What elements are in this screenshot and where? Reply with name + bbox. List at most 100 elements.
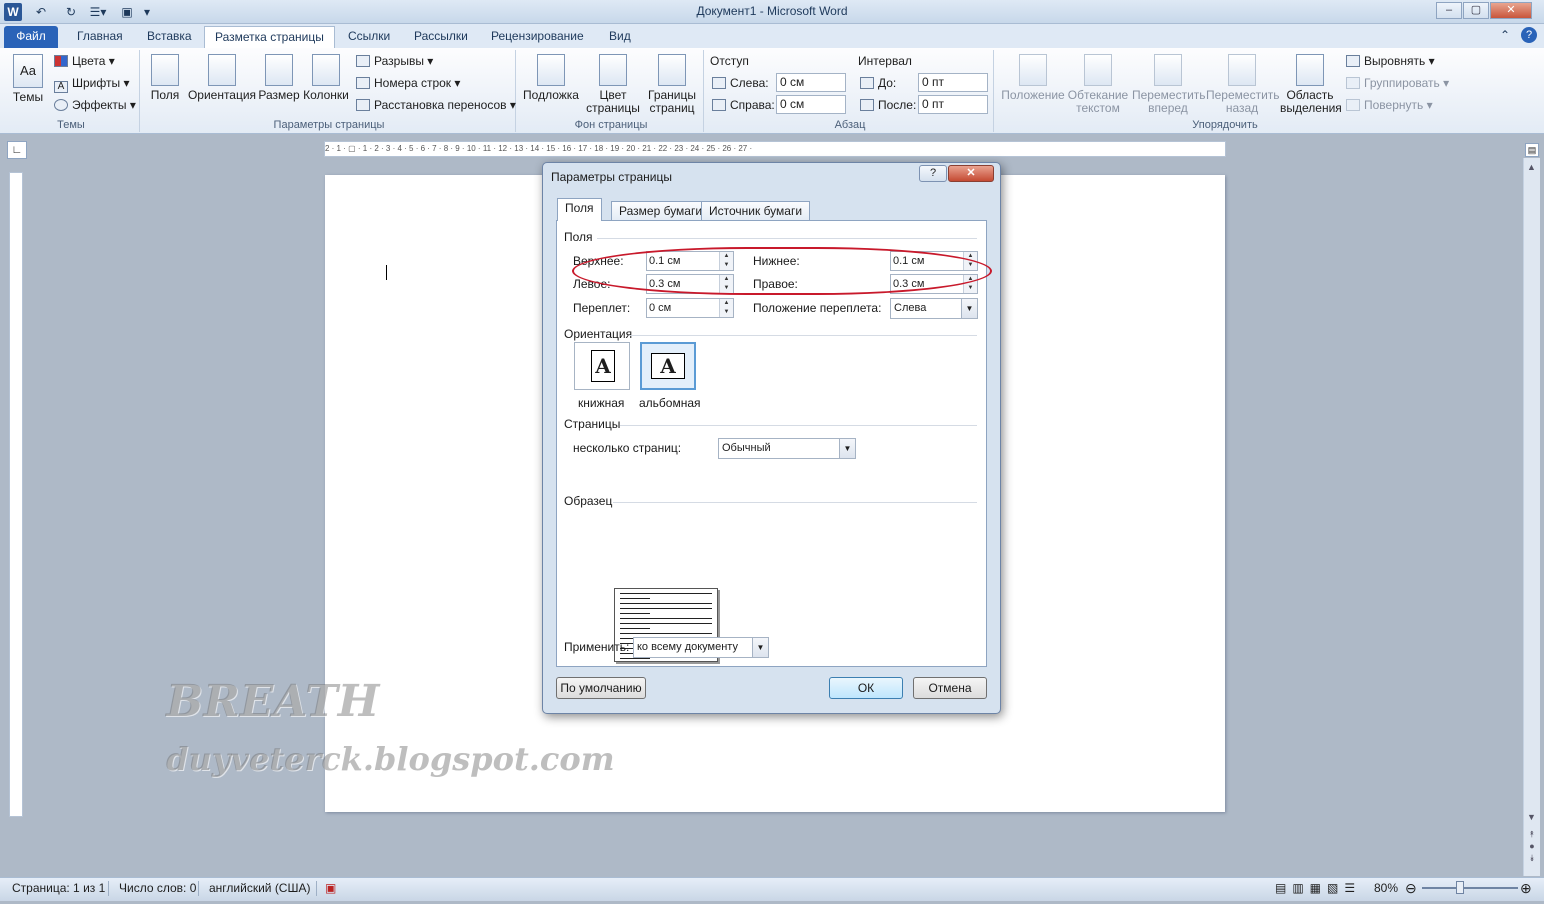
portrait-button[interactable]: A <box>574 342 630 390</box>
dropdown-arrow-icon[interactable]: ▼ <box>961 299 977 318</box>
gutter-position-select[interactable]: Слева ▼ <box>890 298 978 319</box>
size-button[interactable]: Размер <box>258 54 300 102</box>
send-backward-button[interactable]: Переместить назад <box>1206 54 1280 115</box>
page-color-button[interactable]: Цвет страницы <box>582 54 644 115</box>
zoom-in-icon[interactable]: ⊕ <box>1520 877 1532 899</box>
scroll-up-icon[interactable]: ▲ <box>1527 162 1536 172</box>
preview-section-title: Образец <box>564 494 613 508</box>
effects-icon <box>54 99 68 111</box>
vertical-ruler[interactable] <box>9 172 23 817</box>
page-setup-dialog: Параметры страницы ? ✕ Поля Размер бумаг… <box>542 162 1001 714</box>
gutter-position-label: Положение переплета: <box>753 301 882 315</box>
scroll-down-icon[interactable]: ▼ <box>1527 812 1536 822</box>
size-icon <box>265 54 293 86</box>
section-divider <box>597 238 977 239</box>
landscape-label[interactable]: альбомная <box>639 396 701 410</box>
collapse-ribbon-icon[interactable]: ⌃ <box>1500 28 1510 42</box>
pages-section-title: Страницы <box>564 417 621 431</box>
indent-right-input[interactable]: 0 см <box>776 95 846 114</box>
tab-paper-source[interactable]: Источник бумаги <box>701 201 811 221</box>
multiple-pages-select[interactable]: Обычный ▼ <box>718 438 856 459</box>
tab-insert[interactable]: Вставка <box>137 26 202 48</box>
zoom-out-icon[interactable]: ⊖ <box>1405 877 1417 899</box>
breaks-button[interactable]: Разрывы ▾ <box>356 52 433 70</box>
section-divider <box>613 502 977 503</box>
cancel-button[interactable]: Отмена <box>913 677 987 699</box>
columns-button[interactable]: Колонки <box>301 54 351 102</box>
zoom-slider-thumb[interactable] <box>1456 881 1464 894</box>
group-button[interactable]: Группировать ▾ <box>1346 74 1449 92</box>
landscape-icon: A <box>651 353 685 379</box>
margins-button[interactable]: Поля <box>146 54 184 102</box>
landscape-button[interactable]: A <box>640 342 696 390</box>
tab-paper-size[interactable]: Размер бумаги <box>611 201 711 221</box>
page-count[interactable]: Страница: 1 из 1 <box>12 877 105 899</box>
view-mode-icons[interactable]: ▤▥▦▧☰ <box>1275 877 1361 899</box>
dropdown-arrow-icon[interactable]: ▼ <box>752 638 768 657</box>
position-button[interactable]: Положение <box>1000 54 1066 102</box>
multiple-pages-label: несколько страниц: <box>573 441 682 455</box>
view-ruler-icon[interactable]: ▤ <box>1525 143 1539 157</box>
bring-forward-icon <box>1154 54 1182 86</box>
word-count[interactable]: Число слов: 0 <box>119 877 196 899</box>
spacing-label: Интервал <box>858 54 912 68</box>
bring-forward-button[interactable]: Переместить вперед <box>1132 54 1206 115</box>
paragraph-group-label: Абзац <box>834 119 866 131</box>
tab-file[interactable]: Файл <box>4 26 58 48</box>
dialog-close-button[interactable]: ✕ <box>948 165 994 182</box>
hyphenation-button[interactable]: Расстановка переносов ▾ <box>356 96 516 114</box>
portrait-icon: A <box>591 350 615 382</box>
horizontal-ruler[interactable]: 2 · 1 · ▢ · 1 · 2 · 3 · 4 · 5 · 6 · 7 · … <box>324 141 1226 157</box>
align-button[interactable]: Выровнять ▾ <box>1346 52 1435 70</box>
tab-references[interactable]: Ссылки <box>338 26 400 48</box>
spacing-after-input[interactable]: 0 пт <box>918 95 988 114</box>
apply-to-select[interactable]: ко всему документу ▼ <box>633 637 769 658</box>
tab-mailings[interactable]: Рассылки <box>404 26 478 48</box>
minimize-button[interactable]: – <box>1436 2 1462 19</box>
status-divider <box>108 881 109 896</box>
tab-home[interactable]: Главная <box>67 26 133 48</box>
themes-button[interactable]: Aa Темы <box>8 54 48 104</box>
dropdown-arrow-icon[interactable]: ▼ <box>839 439 855 458</box>
tab-page-layout[interactable]: Разметка страницы <box>204 26 335 48</box>
spinner-arrows-icon[interactable]: ▲ ▼ <box>719 299 733 317</box>
gutter-input[interactable]: 0 см ▲ ▼ <box>646 298 734 318</box>
help-icon[interactable]: ? <box>1521 27 1537 43</box>
ok-button[interactable]: ОК <box>829 677 903 699</box>
browse-object-icon[interactable]: ⯭ ● ⯯ <box>1526 828 1538 864</box>
line-numbers-button[interactable]: Номера строк ▾ <box>356 74 460 92</box>
default-button[interactable]: По умолчанию <box>556 677 646 699</box>
page-borders-button[interactable]: Границы страниц <box>644 54 700 115</box>
rotate-button[interactable]: Повернуть ▾ <box>1346 96 1433 114</box>
effects-button[interactable]: Эффекты ▾ <box>54 96 136 114</box>
rotate-icon <box>1346 99 1360 111</box>
zoom-level[interactable]: 80% <box>1374 877 1398 899</box>
fonts-icon: A <box>54 81 68 93</box>
zoom-slider[interactable] <box>1422 887 1518 889</box>
watermark-button[interactable]: Подложка <box>522 54 580 102</box>
colors-button[interactable]: Цвета ▾ <box>54 52 115 70</box>
fonts-button[interactable]: A Шрифты ▾ <box>54 74 129 93</box>
spacing-before-input[interactable]: 0 пт <box>918 73 988 92</box>
selection-pane-button[interactable]: Область выделения <box>1280 54 1342 115</box>
close-window-button[interactable]: ✕ <box>1490 2 1532 19</box>
tab-margins[interactable]: Поля <box>557 198 602 221</box>
portrait-label[interactable]: книжная <box>578 396 624 410</box>
watermark-title: BREATH <box>166 676 380 727</box>
text-cursor <box>386 265 387 280</box>
tab-selector-button[interactable]: ∟ <box>7 141 27 159</box>
page-borders-icon <box>658 54 686 86</box>
language-indicator[interactable]: английский (США) <box>209 877 310 899</box>
indent-left-input[interactable]: 0 см <box>776 73 846 92</box>
arrange-group-label: Упорядочить <box>1192 119 1258 131</box>
dialog-help-button[interactable]: ? <box>919 165 947 182</box>
macro-recording-icon[interactable]: ▣ <box>325 877 336 899</box>
orientation-icon <box>208 54 236 86</box>
tab-view[interactable]: Вид <box>599 26 641 48</box>
spacing-after-label: После: <box>860 96 916 114</box>
maximize-button[interactable]: ▢ <box>1463 2 1489 19</box>
tab-review[interactable]: Рецензирование <box>481 26 594 48</box>
vertical-scrollbar[interactable] <box>1523 158 1540 876</box>
orientation-button[interactable]: Ориентация <box>186 54 258 102</box>
wrap-text-button[interactable]: Обтекание текстом <box>1066 54 1130 115</box>
